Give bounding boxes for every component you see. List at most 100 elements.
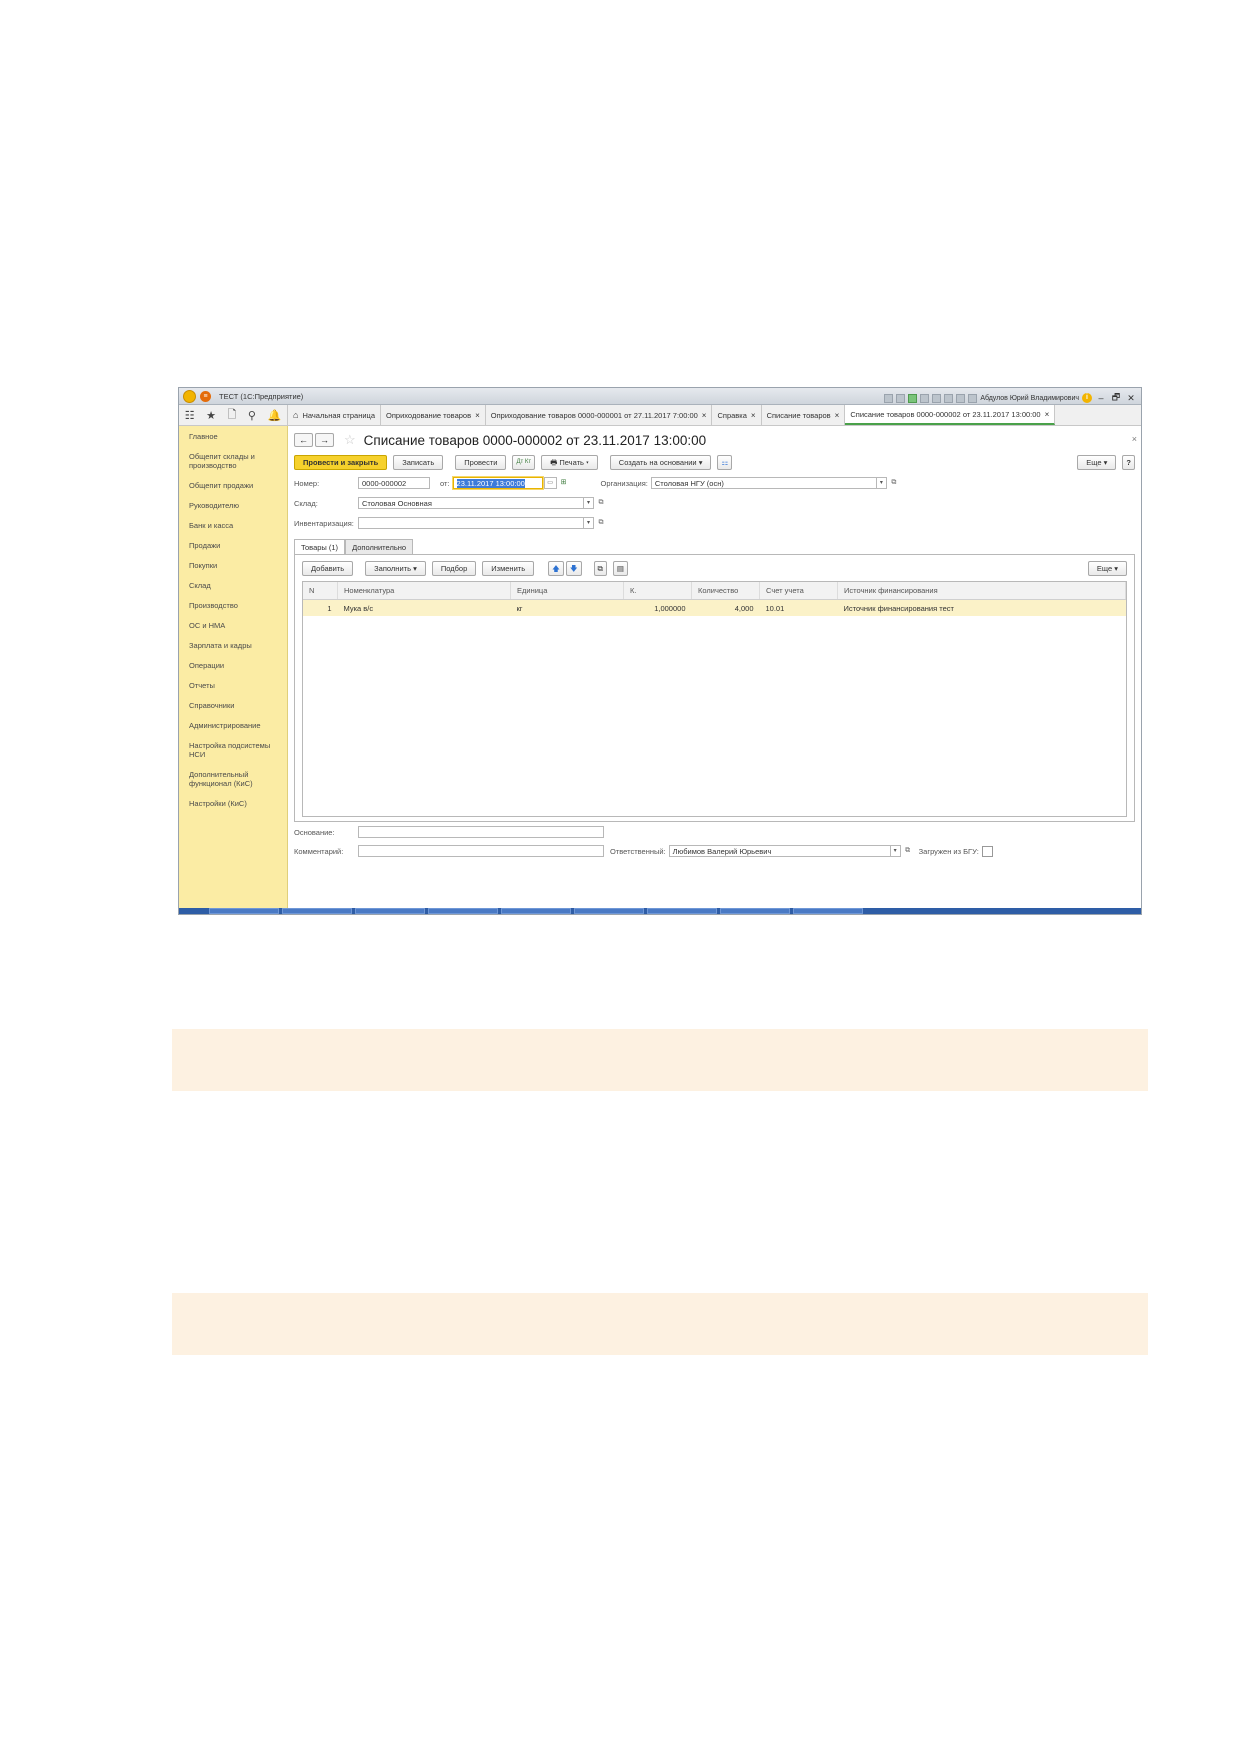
tab-receipt-doc[interactable]: Оприходование товаров 0000-000001 от 27.…: [486, 405, 713, 425]
save-button[interactable]: Записать: [393, 455, 444, 470]
sidebar-item-management[interactable]: Руководителю: [179, 501, 287, 510]
sidebar-item-extra-functions[interactable]: Дополнительный функционал (КиС): [179, 770, 287, 788]
sidebar-item-operations[interactable]: Операции: [179, 661, 287, 670]
loaded-from-bgu-checkbox[interactable]: [981, 845, 993, 857]
print-button[interactable]: 🖶 Печать ▾: [541, 455, 598, 470]
taskbar-app[interactable]: [574, 908, 644, 914]
sidebar-item-admin[interactable]: Администрирование: [179, 721, 287, 730]
sidebar-item-catering-sales[interactable]: Общепит продажи: [179, 481, 287, 490]
cell-account[interactable]: 10.01: [759, 599, 838, 616]
calculator-icon[interactable]: [920, 393, 930, 403]
preview-icon[interactable]: [896, 393, 906, 403]
fill-button[interactable]: Заполнить ▾: [365, 561, 426, 576]
comment-field[interactable]: [358, 845, 604, 857]
cell-nomenclature[interactable]: Мука в/с: [337, 599, 511, 616]
history-icon[interactable]: 🗋: [228, 406, 237, 425]
basis-field[interactable]: [358, 826, 604, 838]
help-button[interactable]: ?: [1122, 455, 1135, 470]
sidebar-item-main[interactable]: Главное: [179, 432, 287, 441]
close-icon[interactable]: ×: [475, 411, 480, 420]
taskbar-app[interactable]: [355, 908, 425, 914]
cell-coef[interactable]: 1,000000: [623, 599, 692, 616]
open-link-icon[interactable]: ⧉: [889, 477, 899, 489]
search-icon[interactable]: ⚲: [248, 409, 256, 422]
panel-icon[interactable]: [968, 393, 978, 403]
sidebar-item-bank[interactable]: Банк и касса: [179, 521, 287, 530]
minimize-button[interactable]: ‒: [1095, 393, 1107, 403]
tab-additional[interactable]: Дополнительно: [345, 539, 414, 555]
forward-button[interactable]: →: [315, 433, 334, 447]
sidebar-item-purchases[interactable]: Покупки: [179, 561, 287, 570]
column-header-quantity[interactable]: Количество: [691, 582, 760, 600]
main-menu-icon[interactable]: ≡: [200, 390, 211, 402]
sidebar-item-warehouse[interactable]: Склад: [179, 581, 287, 590]
favorite-star-icon[interactable]: ☆: [344, 432, 356, 448]
dtkt-icon[interactable]: Дт Кт: [512, 455, 536, 470]
taskbar-app[interactable]: [209, 908, 279, 914]
column-header-nomenclature[interactable]: Номенклатура: [337, 582, 511, 600]
close-icon[interactable]: ×: [702, 411, 707, 420]
table-more-button[interactable]: Еще ▾: [1087, 561, 1127, 576]
tab-help[interactable]: Справка ×: [712, 405, 762, 425]
copy-icon[interactable]: ⧉: [593, 561, 607, 576]
sidebar-item-nsi-setup[interactable]: Настройка подсистемы НСИ: [179, 741, 287, 759]
taskbar-app[interactable]: [501, 908, 571, 914]
post-button[interactable]: Провести: [455, 455, 507, 470]
table-row[interactable]: 1 Мука в/с кг 1,000000 4,000 10.01 Источ…: [303, 599, 1126, 616]
tab-writeoff-doc[interactable]: Списание товаров 0000-000002 от 23.11.20…: [845, 405, 1056, 425]
save-icon[interactable]: [908, 393, 918, 403]
close-icon[interactable]: ×: [751, 411, 756, 420]
apps-grid-icon[interactable]: ☷: [185, 409, 195, 422]
calendar-icon[interactable]: ▭: [543, 477, 557, 489]
sidebar-item-catering-warehouses[interactable]: Общепит склады и производство: [179, 452, 287, 470]
dropdown-icon[interactable]: ▾: [890, 845, 901, 857]
column-header-n[interactable]: N: [303, 582, 338, 600]
taskbar-app[interactable]: [793, 908, 863, 914]
sidebar-item-references[interactable]: Справочники: [179, 701, 287, 710]
date-field[interactable]: 23.11.2017 13:00:00: [452, 477, 543, 489]
notifications-icon[interactable]: 🔔: [267, 409, 281, 422]
sidebar-item-assets[interactable]: ОС и НМА: [179, 621, 287, 630]
sidebar-item-production[interactable]: Производство: [179, 601, 287, 610]
taskbar-app[interactable]: [428, 908, 498, 914]
memory-icon[interactable]: [944, 393, 954, 403]
close-form-icon[interactable]: ×: [1132, 434, 1137, 444]
sidebar-item-reports[interactable]: Отчеты: [179, 681, 287, 690]
print-icon[interactable]: [884, 393, 894, 403]
tab-writeoff-list[interactable]: Списание товаров ×: [762, 405, 846, 425]
close-window-button[interactable]: ✕: [1125, 393, 1137, 404]
cell-n[interactable]: 1: [303, 599, 338, 616]
responsible-field[interactable]: Любимов Валерий Юрьевич: [668, 845, 891, 857]
pick-button[interactable]: Подбор: [431, 561, 477, 576]
taskbar-app[interactable]: [720, 908, 790, 914]
restore-button[interactable]: 🗗: [1110, 390, 1122, 406]
sidebar-item-kis-settings[interactable]: Настройки (КиС): [179, 799, 287, 808]
column-header-unit[interactable]: Единица: [510, 582, 624, 600]
open-link-icon[interactable]: ⧉: [596, 497, 606, 509]
warehouse-field[interactable]: Столовая Основная: [358, 497, 584, 509]
calendar-icon[interactable]: [932, 393, 942, 403]
back-button[interactable]: ←: [294, 433, 313, 447]
dropdown-icon[interactable]: ▾: [584, 497, 594, 509]
create-based-on-button[interactable]: Создать на основании ▾: [609, 455, 712, 470]
post-and-close-button[interactable]: Провести и закрыть: [294, 455, 388, 470]
cell-unit[interactable]: кг: [510, 599, 624, 616]
close-icon[interactable]: ×: [835, 411, 840, 420]
move-up-icon[interactable]: 🡅: [548, 561, 564, 576]
inventory-field[interactable]: [358, 517, 584, 529]
change-button[interactable]: Изменить: [482, 561, 535, 576]
favorites-icon[interactable]: ★: [206, 409, 216, 422]
column-header-funding-source[interactable]: Источник финансирования: [837, 582, 1126, 600]
tab-receipt-list[interactable]: Оприходование товаров ×: [381, 405, 486, 425]
open-link-icon[interactable]: ⧉: [903, 845, 913, 857]
column-header-account[interactable]: Счет учета: [759, 582, 838, 600]
sidebar-item-sales[interactable]: Продажи: [179, 541, 287, 550]
number-field[interactable]: 0000-000002: [358, 477, 430, 489]
info-icon[interactable]: i: [1082, 393, 1092, 403]
taskbar-app[interactable]: [282, 908, 352, 914]
tab-goods[interactable]: Товары (1): [294, 539, 346, 555]
column-header-coef[interactable]: К.: [623, 582, 692, 600]
add-row-button[interactable]: Добавить: [302, 561, 354, 576]
move-down-icon[interactable]: 🡇: [565, 561, 582, 576]
dropdown-icon[interactable]: ▾: [584, 517, 594, 529]
